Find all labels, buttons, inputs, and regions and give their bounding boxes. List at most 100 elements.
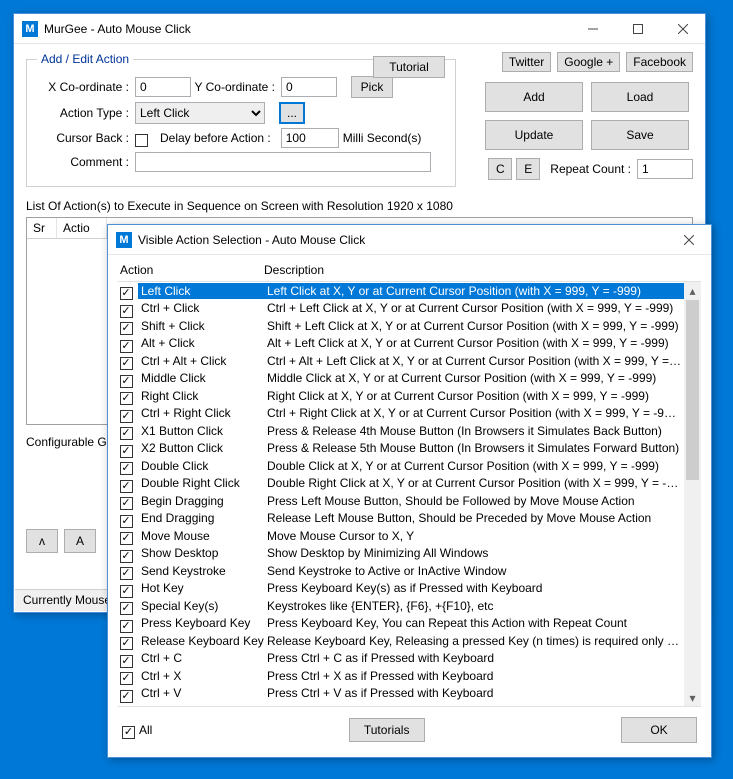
action-row[interactable]: Double ClickDouble Click at X, Y or at C… — [118, 457, 684, 475]
google-link[interactable]: Google + — [557, 52, 620, 72]
action-row-checkbox[interactable] — [120, 515, 133, 528]
action-row[interactable]: End DraggingRelease Left Mouse Button, S… — [118, 510, 684, 528]
maximize-button[interactable] — [615, 14, 660, 44]
twitter-link[interactable]: Twitter — [502, 52, 551, 72]
action-row-checkbox[interactable] — [120, 287, 133, 300]
action-description: Press Ctrl + V as if Pressed with Keyboa… — [264, 685, 684, 701]
action-row-checkbox[interactable] — [120, 340, 133, 353]
more-actions-button[interactable]: ... — [279, 102, 305, 124]
action-row[interactable]: Right ClickRight Click at X, Y or at Cur… — [118, 387, 684, 405]
pick-button[interactable]: Pick — [351, 76, 393, 98]
action-row-checkbox[interactable] — [120, 620, 133, 633]
col-description-header[interactable]: Description — [264, 263, 701, 277]
move-up-button[interactable]: ʌ — [26, 529, 58, 553]
action-row[interactable]: Begin DraggingPress Left Mouse Button, S… — [118, 492, 684, 510]
minimize-button[interactable] — [570, 14, 615, 44]
action-row-checkbox[interactable] — [120, 462, 133, 475]
cursor-back-checkbox[interactable] — [135, 134, 148, 147]
delay-input[interactable] — [281, 128, 339, 148]
action-description: Ctrl + Alt + Left Click at X, Y or at Cu… — [264, 353, 684, 369]
action-description: Ctrl + Left Click at X, Y or at Current … — [264, 300, 684, 316]
main-titlebar[interactable]: M MurGee - Auto Mouse Click — [14, 14, 705, 44]
action-row[interactable]: Special Key(s)Keystrokes like {ENTER}, {… — [118, 597, 684, 615]
action-row-checkbox[interactable] — [120, 375, 133, 388]
action-row-checkbox[interactable] — [120, 637, 133, 650]
col-action-header[interactable]: Actio — [57, 218, 107, 238]
action-row-checkbox[interactable] — [120, 357, 133, 370]
unknown-a-button[interactable]: A — [64, 529, 96, 553]
action-row[interactable]: Ctrl + XPress Ctrl + X as if Pressed wit… — [118, 667, 684, 685]
action-row[interactable]: Release Keyboard KeyRelease Keyboard Key… — [118, 632, 684, 650]
action-row-checkbox[interactable] — [120, 655, 133, 668]
action-row-checkbox[interactable] — [120, 445, 133, 458]
action-row-checkbox[interactable] — [120, 322, 133, 335]
comment-input[interactable] — [135, 152, 431, 172]
action-row-checkbox[interactable] — [120, 550, 133, 563]
action-row-checkbox[interactable] — [120, 410, 133, 423]
add-button[interactable]: Add — [485, 82, 583, 112]
save-button[interactable]: Save — [591, 120, 689, 150]
action-row[interactable]: Ctrl + VPress Ctrl + V as if Pressed wit… — [118, 685, 684, 703]
action-row[interactable]: Ctrl + Alt + ClickCtrl + Alt + Left Clic… — [118, 352, 684, 370]
action-type-select[interactable]: Left Click — [135, 102, 265, 124]
close-button[interactable] — [660, 14, 705, 44]
action-row-checkbox[interactable] — [120, 532, 133, 545]
action-row[interactable]: X1 Button ClickPress & Release 4th Mouse… — [118, 422, 684, 440]
scrollbar-thumb[interactable] — [686, 300, 699, 480]
action-row-checkbox[interactable] — [120, 567, 133, 580]
action-row[interactable]: Move MouseMove Mouse Cursor to X, Y — [118, 527, 684, 545]
action-name: Special Key(s) — [138, 598, 264, 614]
c-button[interactable]: C — [488, 158, 512, 180]
action-row[interactable]: Left ClickLeft Click at X, Y or at Curre… — [118, 282, 684, 300]
action-row[interactable]: Press Keyboard KeyPress Keyboard Key, Yo… — [118, 615, 684, 633]
all-checkbox[interactable] — [122, 726, 135, 739]
delay-label: Delay before Action : — [152, 131, 277, 145]
dialog-title: Visible Action Selection - Auto Mouse Cl… — [138, 233, 365, 247]
action-row[interactable]: Ctrl + ClickCtrl + Left Click at X, Y or… — [118, 300, 684, 318]
scroll-up-arrow-icon[interactable]: ▴ — [684, 282, 701, 299]
action-row-checkbox[interactable] — [120, 480, 133, 493]
action-row-checkbox[interactable] — [120, 602, 133, 615]
action-row[interactable]: Ctrl + CPress Ctrl + C as if Pressed wit… — [118, 650, 684, 668]
y-coord-input[interactable] — [281, 77, 337, 97]
scroll-down-arrow-icon[interactable]: ▾ — [684, 689, 701, 706]
ok-button[interactable]: OK — [621, 717, 697, 743]
repeat-count-input[interactable] — [637, 159, 693, 179]
tutorial-button[interactable]: Tutorial — [373, 56, 445, 78]
tutorials-button[interactable]: Tutorials — [349, 718, 425, 742]
dialog-titlebar[interactable]: M Visible Action Selection - Auto Mouse … — [108, 225, 711, 255]
col-action-header[interactable]: Action — [118, 263, 264, 277]
action-row-checkbox[interactable] — [120, 427, 133, 440]
action-description: Ctrl + Right Click at X, Y or at Current… — [264, 405, 684, 421]
dialog-list-header: Action Description — [118, 259, 701, 282]
action-selection-dialog: M Visible Action Selection - Auto Mouse … — [107, 224, 712, 758]
action-row[interactable]: Double Right ClickDouble Right Click at … — [118, 475, 684, 493]
action-row-checkbox[interactable] — [120, 392, 133, 405]
action-row[interactable]: Ctrl + Right ClickCtrl + Right Click at … — [118, 405, 684, 423]
action-row[interactable]: Hot KeyPress Keyboard Key(s) as if Press… — [118, 580, 684, 598]
action-row-checkbox[interactable] — [120, 585, 133, 598]
action-row[interactable]: Shift + ClickShift + Left Click at X, Y … — [118, 317, 684, 335]
action-row[interactable]: Alt + ClickAlt + Left Click at X, Y or a… — [118, 335, 684, 353]
dialog-close-button[interactable] — [666, 225, 711, 255]
action-row[interactable]: Show DesktopShow Desktop by Minimizing A… — [118, 545, 684, 563]
action-row-checkbox[interactable] — [120, 305, 133, 318]
e-button[interactable]: E — [516, 158, 540, 180]
action-name: Alt + Click — [138, 335, 264, 351]
action-row[interactable]: X2 Button ClickPress & Release 5th Mouse… — [118, 440, 684, 458]
load-button[interactable]: Load — [591, 82, 689, 112]
action-list[interactable]: Left ClickLeft Click at X, Y or at Curre… — [118, 282, 684, 706]
update-button[interactable]: Update — [485, 120, 583, 150]
vertical-scrollbar[interactable]: ▴ ▾ — [684, 282, 701, 706]
action-row-checkbox[interactable] — [120, 672, 133, 685]
action-row[interactable]: Middle ClickMiddle Click at X, Y or at C… — [118, 370, 684, 388]
cursor-back-label: Cursor Back : — [37, 131, 135, 145]
col-sr-header[interactable]: Sr — [27, 218, 57, 238]
action-description: Press Ctrl + X as if Pressed with Keyboa… — [264, 668, 684, 684]
facebook-link[interactable]: Facebook — [626, 52, 693, 72]
action-row-checkbox[interactable] — [120, 690, 133, 703]
x-coord-input[interactable] — [135, 77, 191, 97]
action-row[interactable]: Send KeystrokeSend Keystroke to Active o… — [118, 562, 684, 580]
action-row-checkbox[interactable] — [120, 497, 133, 510]
main-window-title: MurGee - Auto Mouse Click — [44, 22, 191, 36]
